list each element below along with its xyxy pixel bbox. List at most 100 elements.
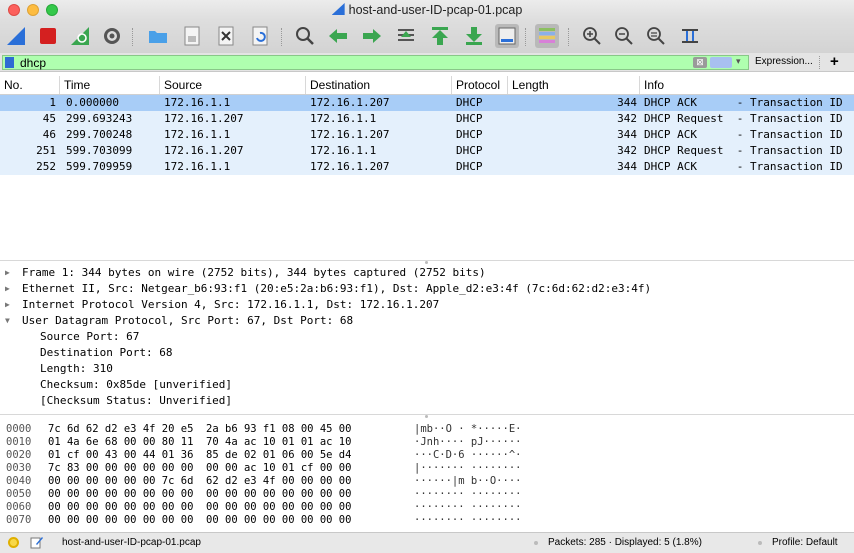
tree-item-checksum[interactable]: Checksum: 0x85de [unverified] (40, 377, 232, 393)
status-file-name: host-and-user-ID-pcap-01.pcap (62, 537, 201, 548)
close-file-icon[interactable] (214, 24, 238, 48)
normal-size-icon[interactable] (644, 24, 668, 48)
hex-ascii: ········ ········ (414, 514, 522, 526)
packet-row[interactable]: 251 599.703099 172.16.1.207 172.16.1.1 D… (0, 143, 854, 159)
packet-row[interactable]: 252 599.709959 172.16.1.1 172.16.1.207 D… (0, 159, 854, 175)
column-header-destination[interactable]: Destination (306, 76, 452, 94)
packet-length: 342 (617, 144, 637, 157)
last-packet-icon[interactable] (462, 24, 486, 48)
expression-button[interactable]: Expression... (755, 55, 813, 69)
column-header-source[interactable]: Source (160, 76, 306, 94)
packet-no: 45 (42, 112, 56, 125)
packet-no: 252 (36, 160, 56, 173)
capture-comment-icon[interactable] (30, 535, 44, 549)
packet-row[interactable]: 1 0.000000 172.16.1.1 172.16.1.207 DHCP … (0, 95, 854, 111)
expand-triangle-icon[interactable]: ▶ (5, 297, 10, 313)
packet-protocol: DHCP (456, 96, 483, 109)
packet-list-header: No. Time Source Destination Protocol Len… (0, 76, 854, 95)
find-icon[interactable] (293, 24, 317, 48)
packet-destination: 172.16.1.1 (310, 144, 377, 157)
hex-bytes: 00 00 00 00 00 00 7c 6d 62 d2 e3 4f 00 0… (48, 475, 352, 487)
hex-bytes: 7c 83 00 00 00 00 00 00 00 00 ac 10 01 c… (48, 462, 352, 474)
packet-row[interactable]: 45 299.693243 172.16.1.207 172.16.1.1 DH… (0, 111, 854, 127)
hex-bytes: 01 4a 6e 68 00 00 80 11 70 4a ac 10 01 0… (48, 436, 352, 448)
hex-ascii: ······|m b··O···· (414, 475, 522, 487)
display-filter-input[interactable]: dhcp ⊠ ▾ (2, 55, 749, 70)
packet-row[interactable]: 46 299.700248 172.16.1.1 172.16.1.207 DH… (0, 127, 854, 143)
hex-ascii: |······· ········ (414, 462, 522, 474)
open-folder-icon[interactable] (146, 24, 170, 48)
tree-item-checksum-status[interactable]: [Checksum Status: Unverified] (40, 393, 232, 409)
go-to-packet-icon[interactable] (394, 24, 418, 48)
hex-offset: 0010 (6, 436, 32, 448)
expand-triangle-icon[interactable]: ▶ (5, 265, 10, 281)
packet-list: 1 0.000000 172.16.1.1 172.16.1.207 DHCP … (0, 95, 854, 253)
hex-bytes: 7c 6d 62 d2 e3 4f 20 e5 2a b6 93 f1 08 0… (48, 423, 352, 435)
save-file-icon[interactable] (180, 24, 204, 48)
restart-icon[interactable] (68, 24, 92, 48)
column-header-no[interactable]: No. (0, 76, 60, 94)
packet-destination: 172.16.1.207 (310, 160, 390, 173)
reload-icon[interactable] (248, 24, 272, 48)
colorize-icon[interactable] (535, 24, 559, 48)
packet-length: 344 (617, 160, 637, 173)
display-filter-bar: dhcp ⊠ ▾ Expression... + (0, 53, 854, 72)
status-profile[interactable]: Profile: Default (772, 533, 838, 553)
packet-protocol: DHCP (456, 112, 483, 125)
options-gear-icon[interactable] (100, 24, 124, 48)
tree-item-dst-port[interactable]: Destination Port: 68 (40, 345, 172, 361)
packet-bytes-pane: 0000 7c 6d 62 d2 e3 4f 20 e5 2a b6 93 f1 … (0, 421, 854, 529)
column-header-protocol[interactable]: Protocol (452, 76, 508, 94)
hex-ascii: ·Jnh···· pJ······ (414, 436, 522, 448)
collapse-triangle-icon[interactable]: ▼ (5, 313, 10, 329)
expert-info-icon[interactable] (8, 537, 19, 548)
stop-icon[interactable] (36, 24, 60, 48)
shark-fin-start-icon[interactable] (4, 24, 28, 48)
hex-offset: 0060 (6, 501, 32, 513)
column-header-time[interactable]: Time (60, 76, 160, 94)
status-separator (534, 541, 538, 545)
tree-item-label: Frame 1: 344 bytes on wire (2752 bits), … (22, 266, 486, 279)
zoom-out-icon[interactable] (612, 24, 636, 48)
packet-source: 172.16.1.1 (164, 128, 231, 141)
tree-item-length[interactable]: Length: 310 (40, 361, 113, 377)
clear-filter-icon[interactable]: ⊠ (693, 57, 707, 68)
packet-info: DHCP ACK - Transaction ID (644, 128, 843, 141)
back-arrow-icon[interactable] (326, 24, 350, 48)
main-toolbar (0, 20, 854, 53)
packet-no: 251 (36, 144, 56, 157)
filter-separator (819, 56, 820, 69)
packet-time: 299.693243 (66, 112, 133, 125)
filter-text[interactable]: dhcp (20, 56, 46, 70)
pane-splitter[interactable] (0, 414, 854, 420)
pane-splitter[interactable] (0, 260, 854, 264)
resize-columns-icon[interactable] (678, 24, 702, 48)
bookmark-icon[interactable] (5, 57, 14, 68)
window-title: host-and-user-ID-pcap-01.pcap (0, 3, 854, 17)
packet-info: DHCP Request - Transaction ID (644, 144, 843, 157)
hex-bytes: 00 00 00 00 00 00 00 00 00 00 00 00 00 0… (48, 488, 352, 500)
wireshark-fin-icon (331, 3, 345, 15)
packet-details-tree: ▶ Frame 1: 344 bytes on wire (2752 bits),… (0, 265, 854, 413)
autoscroll-icon[interactable] (495, 24, 519, 48)
column-header-info[interactable]: Info (640, 76, 854, 94)
apply-filter-arrow-icon[interactable] (710, 57, 732, 68)
packet-info: DHCP ACK - Transaction ID (644, 96, 843, 109)
tree-item-label: Ethernet II, Src: Netgear_b6:93:f1 (20:e… (22, 282, 652, 295)
forward-arrow-icon[interactable] (360, 24, 384, 48)
first-packet-icon[interactable] (428, 24, 452, 48)
packet-time: 599.703099 (66, 144, 133, 157)
packet-no: 46 (42, 128, 56, 141)
expand-triangle-icon[interactable]: ▶ (5, 281, 10, 297)
splitter-handle[interactable] (425, 415, 428, 418)
tree-item-src-port[interactable]: Source Port: 67 (40, 329, 139, 345)
packet-protocol: DHCP (456, 160, 483, 173)
zoom-in-icon[interactable] (580, 24, 604, 48)
chevron-down-icon[interactable]: ▾ (736, 56, 741, 67)
hex-bytes: 00 00 00 00 00 00 00 00 00 00 00 00 00 0… (48, 514, 352, 526)
splitter-handle[interactable] (425, 261, 428, 264)
column-header-length[interactable]: Length (508, 76, 640, 94)
status-bar: host-and-user-ID-pcap-01.pcap Packets: 2… (0, 532, 854, 553)
add-filter-button[interactable]: + (830, 53, 839, 70)
status-packet-count: Packets: 285 · Displayed: 5 (1.8%) (548, 537, 702, 548)
